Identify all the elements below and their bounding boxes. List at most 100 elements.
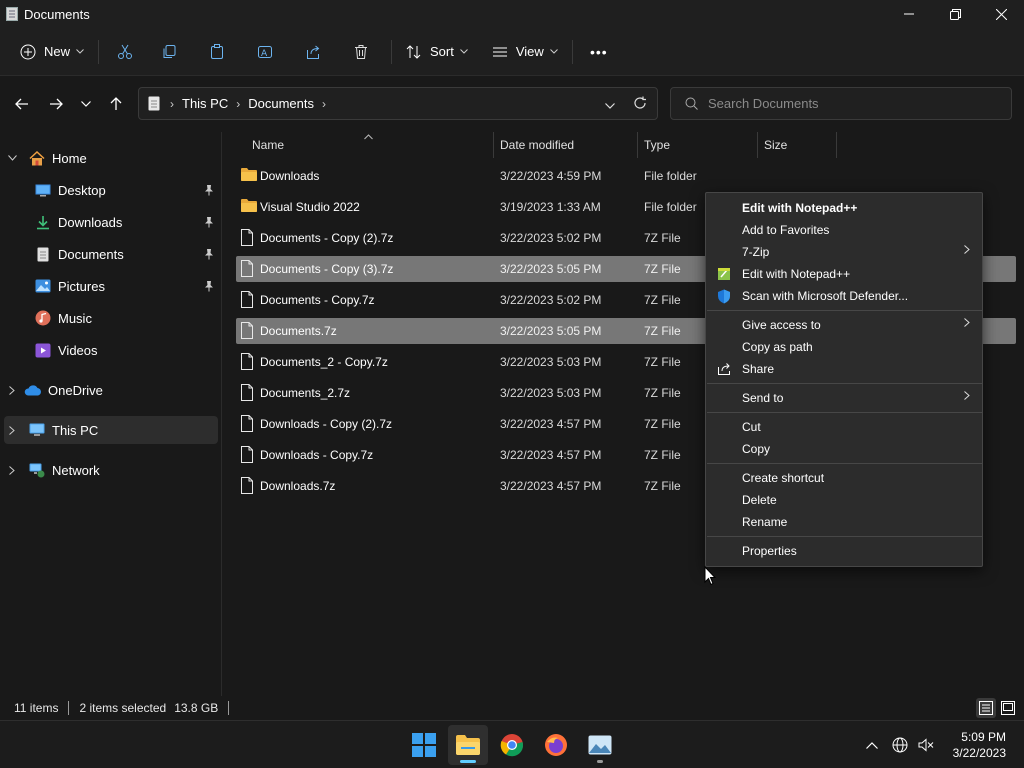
menu-item-edit-with-notepad[interactable]: Edit with Notepad++ — [710, 197, 978, 219]
clipboard-icon — [211, 43, 224, 59]
breadcrumb-separator-icon: › — [236, 96, 241, 111]
desktop-icon — [34, 181, 52, 199]
sidebar-item-desktop[interactable]: Desktop — [4, 176, 218, 204]
delete-button[interactable] — [337, 36, 385, 68]
menu-item-copy-as-path[interactable]: Copy as path — [710, 336, 978, 358]
rename-button[interactable]: A — [241, 36, 289, 68]
file-name: Downloads - Copy.7z — [260, 448, 374, 462]
taskbar-photos[interactable] — [580, 725, 620, 765]
sidebar-item-pictures[interactable]: Pictures — [4, 272, 218, 300]
pin-icon[interactable] — [204, 280, 214, 295]
breadcrumb-this-pc[interactable]: This PC — [182, 96, 228, 111]
menu-item-edit-with-notepad[interactable]: Edit with Notepad++ — [710, 263, 978, 285]
pin-icon[interactable] — [204, 216, 214, 231]
window-title: Documents — [24, 6, 90, 22]
file-icon — [240, 260, 258, 278]
pin-icon[interactable] — [204, 184, 214, 199]
copy-button[interactable] — [145, 36, 193, 68]
file-type: File folder — [644, 200, 697, 214]
restore-button[interactable] — [932, 0, 978, 28]
back-button[interactable] — [8, 92, 36, 116]
sidebar-item-documents[interactable]: Documents — [4, 240, 218, 268]
new-button[interactable]: New — [12, 36, 92, 68]
menu-item-rename[interactable]: Rename — [710, 511, 978, 533]
column-header-name[interactable]: Name — [252, 132, 284, 158]
address-bar[interactable]: › This PC › Documents › — [138, 87, 658, 120]
chevron-right-icon[interactable] — [4, 465, 20, 475]
tiles-view-button[interactable] — [998, 698, 1018, 718]
menu-item-share[interactable]: Share — [710, 358, 978, 380]
clock[interactable]: 5:09 PM 3/22/2023 — [953, 729, 1006, 761]
column-header-label: Date modified — [500, 138, 575, 152]
menu-separator — [707, 310, 983, 311]
address-history-dropdown[interactable] — [605, 98, 615, 112]
file-date-modified: 3/22/2023 4:57 PM — [500, 479, 602, 493]
refresh-button[interactable] — [633, 96, 647, 113]
cut-button[interactable] — [105, 36, 145, 68]
menu-item-cut[interactable]: Cut — [710, 416, 978, 438]
column-header-date-modified[interactable]: Date modified — [500, 132, 574, 158]
menu-item-give-access-to[interactable]: Give access to — [710, 314, 978, 336]
volume-button[interactable] — [916, 735, 936, 755]
column-divider[interactable] — [757, 132, 758, 158]
sidebar-item-onedrive[interactable]: OneDrive — [4, 376, 218, 404]
chevron-right-icon[interactable] — [4, 425, 20, 435]
search-input[interactable] — [708, 96, 1008, 111]
view-button[interactable]: View — [484, 36, 566, 68]
details-view-button[interactable] — [976, 698, 996, 718]
menu-item-delete[interactable]: Delete — [710, 489, 978, 511]
column-divider[interactable] — [493, 132, 494, 158]
pin-icon[interactable] — [204, 248, 214, 263]
show-hidden-icons-button[interactable] — [862, 735, 882, 755]
network-status-button[interactable] — [890, 735, 910, 755]
menu-item-copy[interactable]: Copy — [710, 438, 978, 460]
column-divider[interactable] — [637, 132, 638, 158]
file-icon — [240, 322, 258, 340]
menu-item-properties[interactable]: Properties — [710, 540, 978, 562]
item-count: 11 items — [14, 701, 59, 715]
taskbar-firefox[interactable] — [536, 725, 576, 765]
start-button[interactable] — [404, 725, 444, 765]
taskbar-file-explorer[interactable] — [448, 725, 488, 765]
paste-button[interactable] — [193, 36, 241, 68]
forward-button[interactable] — [42, 92, 70, 116]
file-icon — [240, 229, 258, 247]
network-icon — [28, 461, 46, 479]
sidebar-item-music[interactable]: Music — [4, 304, 218, 332]
up-button[interactable] — [102, 92, 130, 116]
column-header-size[interactable]: Size — [764, 132, 787, 158]
file-type: 7Z File — [644, 448, 681, 462]
window-controls — [886, 0, 1024, 28]
sidebar-item-this-pc[interactable]: This PC — [4, 416, 218, 444]
more-options-button[interactable]: ••• — [579, 36, 619, 68]
recent-locations-button[interactable] — [72, 92, 100, 116]
rename-icon: A — [258, 45, 273, 59]
menu-item-create-shortcut[interactable]: Create shortcut — [710, 467, 978, 489]
menu-item-7-zip[interactable]: 7-Zip — [710, 241, 978, 263]
minimize-button[interactable] — [886, 0, 932, 28]
close-button[interactable] — [978, 0, 1024, 28]
sidebar-item-downloads[interactable]: Downloads — [4, 208, 218, 236]
column-header-type[interactable]: Type — [644, 132, 670, 158]
file-row[interactable]: Downloads 3/22/2023 4:59 PM File folder — [236, 163, 1016, 189]
file-name: Documents_2 - Copy.7z — [260, 355, 388, 369]
breadcrumb-documents[interactable]: Documents — [248, 96, 314, 111]
chevron-down-icon[interactable] — [4, 155, 20, 161]
file-date-modified: 3/22/2023 4:57 PM — [500, 417, 602, 431]
menu-item-send-to[interactable]: Send to — [710, 387, 978, 409]
column-divider[interactable] — [836, 132, 837, 158]
sidebar-item-videos[interactable]: Videos — [4, 336, 218, 364]
menu-item-add-to-favorites[interactable]: Add to Favorites — [710, 219, 978, 241]
running-app-indicator — [597, 760, 603, 763]
firefox-icon — [545, 734, 567, 756]
chevron-right-icon[interactable] — [4, 385, 20, 395]
menu-item-label: 7-Zip — [742, 245, 770, 259]
sidebar-item-network[interactable]: Network — [4, 456, 218, 484]
file-name: Documents - Copy (2).7z — [260, 231, 394, 245]
share-button[interactable] — [289, 36, 337, 68]
sort-button[interactable]: Sort — [398, 36, 476, 68]
menu-item-scan-with-microsoft-defender[interactable]: Scan with Microsoft Defender... — [710, 285, 978, 307]
sidebar-item-home[interactable]: Home — [4, 144, 218, 172]
search-box[interactable] — [670, 87, 1012, 120]
taskbar-chrome[interactable] — [492, 725, 532, 765]
